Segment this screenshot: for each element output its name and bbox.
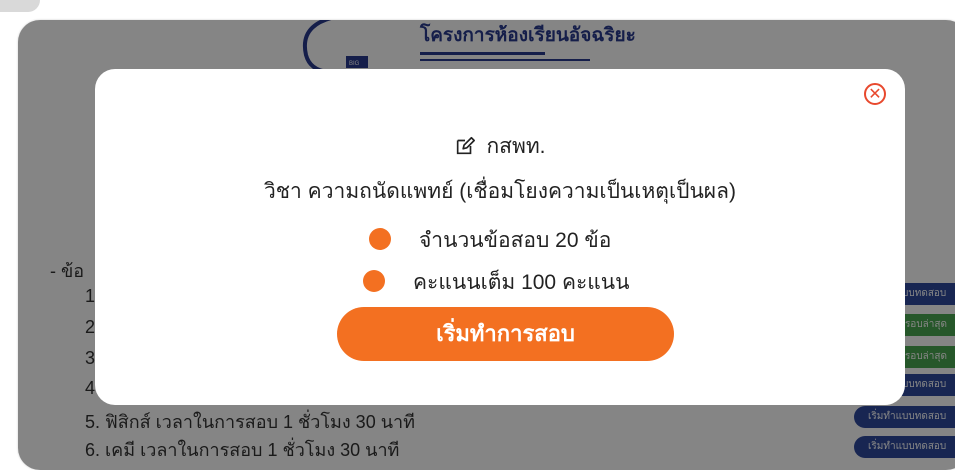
bullet-icon: [363, 270, 385, 292]
exam-subject: วิชา ความถนัดแพทย์ (เชื่อมโยงความเป็นเหต…: [264, 180, 736, 203]
exam-code-row: กสพท.: [95, 130, 905, 163]
edit-icon: [457, 136, 476, 155]
close-icon[interactable]: ✕: [864, 83, 886, 105]
window-corner: [0, 0, 40, 12]
full-score: คะแนนเต็ม 100 คะแนน: [413, 271, 630, 294]
question-count-row: จำนวนข้อสอบ 20 ข้อ: [369, 224, 611, 257]
question-count: จำนวนข้อสอบ 20 ข้อ: [419, 229, 612, 252]
start-exam-button[interactable]: เริ่มทำการสอบ: [337, 307, 674, 361]
full-score-row: คะแนนเต็ม 100 คะแนน: [363, 266, 630, 299]
exam-code: กสพท.: [486, 135, 546, 158]
bullet-icon: [369, 228, 391, 250]
exam-modal: ✕ กสพท. วิชา ความถนัดแพทย์ (เชื่อมโยงควา…: [95, 69, 905, 405]
